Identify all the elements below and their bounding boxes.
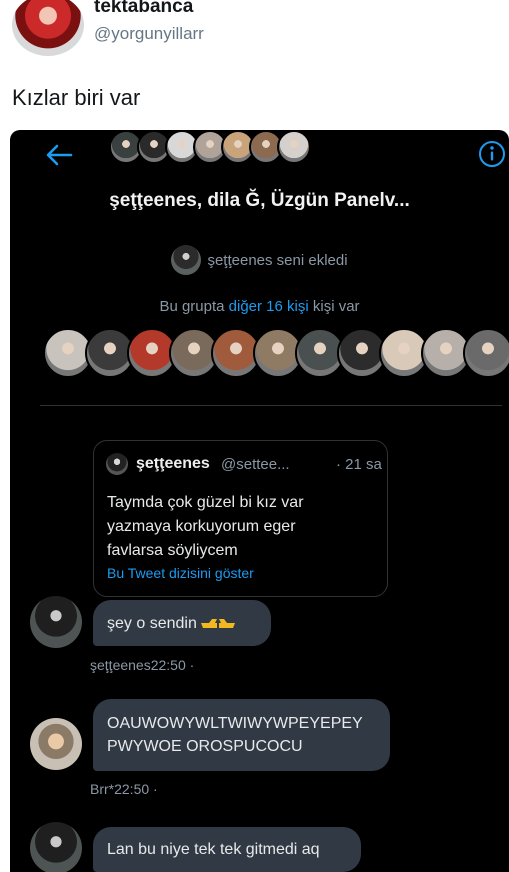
members-link[interactable]: diğer 16 kişi	[229, 298, 309, 315]
message-meta: şeţţeenes22:50 ·	[90, 657, 195, 673]
quoted-author-handle: @settee...	[221, 456, 290, 473]
member-avatar[interactable]	[277, 130, 311, 164]
members-prefix: Bu grupta	[159, 298, 225, 315]
group-title[interactable]: şeţţeenes, dila Ğ, Üzgün Panelv...	[10, 190, 509, 212]
quoted-tweet-card[interactable]: şeţţeenes @settee... · 21 sa Taymda çok …	[93, 440, 388, 597]
message-text: OAUWOWYWLTWIWYWPEYEPEY PWYWOE OROSPUCOCU	[107, 715, 363, 755]
pointing-hands-emoji-icon	[200, 619, 235, 628]
back-arrow-icon[interactable]	[44, 142, 74, 168]
adder-avatar	[171, 245, 202, 275]
quoted-author-avatar	[106, 453, 128, 475]
tweet-header: tektabanca @yorgunyillarr	[12, 0, 502, 60]
sender-avatar[interactable]	[30, 596, 82, 648]
message-bubble[interactable]: Lan bu niye tek tek gitmedi aq	[93, 827, 361, 872]
author-avatar[interactable]	[12, 0, 84, 56]
message-bubble[interactable]: OAUWOWYWLTWIWYWPEYEPEY PWYWOE OROSPUCOCU	[93, 699, 390, 771]
quoted-author-name: şeţţeenes	[136, 455, 210, 472]
dm-screenshot: şeţţeenes, dila Ğ, Üzgün Panelv... şeţţe…	[10, 130, 509, 872]
member-avatar-row[interactable]	[43, 328, 509, 378]
added-text: şeţţeenes seni ekledi	[207, 251, 348, 269]
header-avatar-stack[interactable]	[109, 130, 311, 182]
message-text: Lan bu niye tek tek gitmedi aq	[107, 841, 320, 858]
info-icon[interactable]	[478, 140, 506, 168]
sender-avatar[interactable]	[30, 718, 82, 770]
message-meta: Brr*22:50 ·	[90, 781, 158, 797]
divider	[40, 405, 502, 406]
members-line: Bu grupta diğer 16 kişi kişi var	[10, 298, 509, 315]
member-avatar[interactable]	[463, 328, 509, 378]
message-bubble[interactable]: şey o sendin	[93, 600, 271, 646]
quoted-tweet-text: Taymda çok güzel bi kız var yazmaya kork…	[107, 494, 304, 559]
sender-avatar[interactable]	[30, 822, 82, 872]
author-name[interactable]: tektabanca	[94, 0, 193, 18]
show-thread-link[interactable]: Bu Tweet dizisini göster	[107, 565, 254, 581]
author-handle[interactable]: @yorgunyillarr	[94, 24, 204, 44]
message-text: şey o sendin	[107, 614, 197, 632]
quoted-timestamp: · 21 sa	[336, 456, 382, 473]
tweet-text: Kızlar biri var	[12, 85, 141, 110]
members-suffix: kişi var	[312, 298, 360, 315]
added-notice: şeţţeenes seni ekledi	[10, 245, 509, 275]
